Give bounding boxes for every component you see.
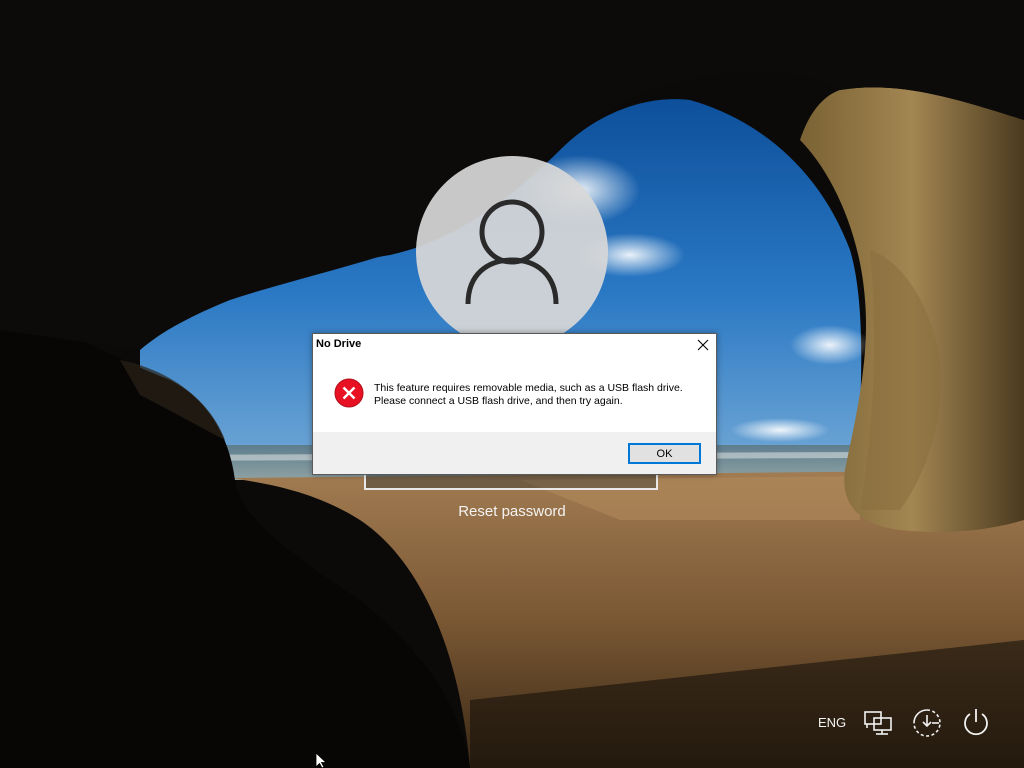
language-indicator[interactable]: ENG <box>818 715 846 730</box>
reset-password-link[interactable]: Reset password <box>412 503 612 520</box>
user-icon <box>465 199 559 305</box>
dialog-close-button[interactable] <box>692 335 714 355</box>
ok-button[interactable]: OK <box>628 443 701 464</box>
dialog-message-line-1: This feature requires removable media, s… <box>374 382 683 394</box>
error-icon <box>334 378 364 408</box>
mouse-cursor-icon <box>315 753 328 768</box>
dialog-titlebar: No Drive <box>313 334 716 356</box>
dialog-message-line-2: Please connect a USB flash drive, and th… <box>374 395 623 407</box>
close-icon <box>697 339 709 351</box>
dialog-message: This feature requires removable media, s… <box>374 382 683 408</box>
no-drive-dialog: No Drive This feature requires removable… <box>312 333 717 475</box>
dialog-title: No Drive <box>316 338 362 350</box>
dialog-footer: OK <box>313 432 716 474</box>
ease-of-access-icon[interactable] <box>910 706 944 740</box>
user-avatar <box>416 156 608 348</box>
lock-screen: Reset password No Drive This feature req… <box>0 0 1024 768</box>
dialog-body: This feature requires removable media, s… <box>313 356 716 432</box>
network-icon[interactable] <box>862 706 896 740</box>
power-icon[interactable] <box>959 706 993 740</box>
